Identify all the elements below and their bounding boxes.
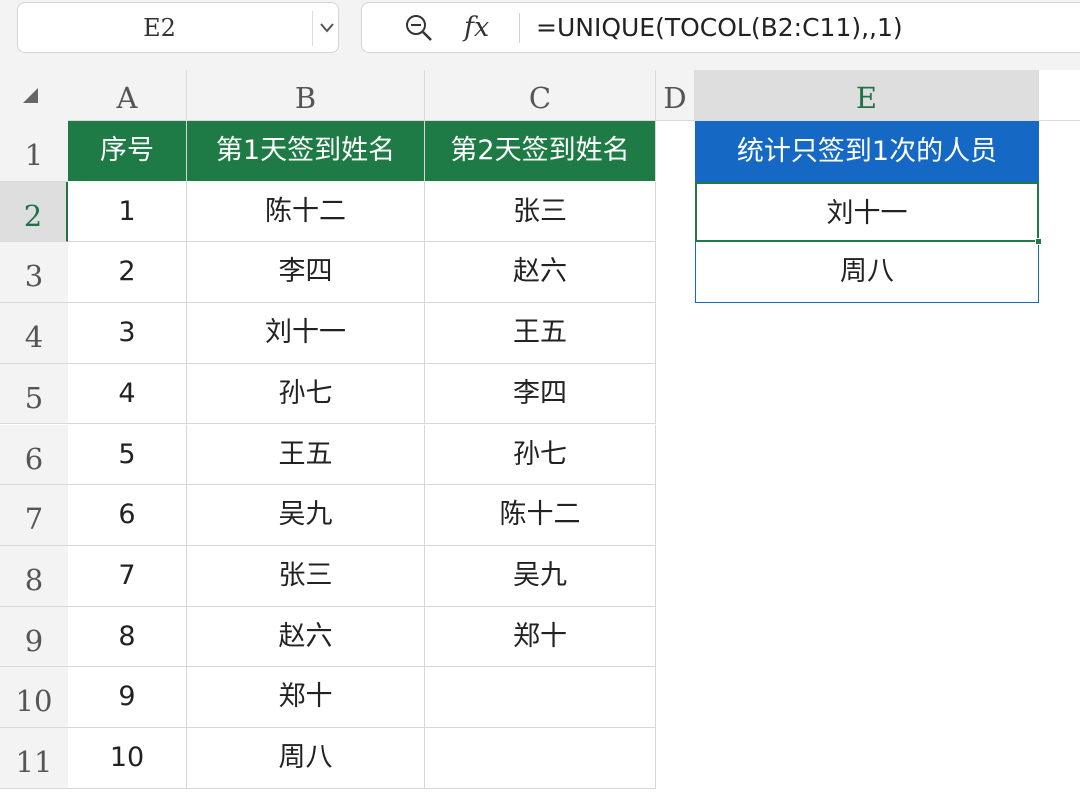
- fill-handle[interactable]: [1035, 238, 1042, 246]
- result-cell-e3[interactable]: 周八: [695, 242, 1039, 304]
- cell-b5[interactable]: 孙七: [187, 363, 425, 425]
- result-header-cell[interactable]: 统计只签到1次的人员: [695, 121, 1039, 182]
- fx-icon[interactable]: fx: [464, 6, 500, 50]
- cell-c11[interactable]: [425, 728, 656, 789]
- header-cell-b[interactable]: 第1天签到姓名: [187, 121, 425, 182]
- cell-a9[interactable]: 8: [68, 606, 187, 668]
- column-header-e[interactable]: E: [695, 70, 1039, 121]
- row-header-2[interactable]: 2: [0, 181, 68, 243]
- cell-b10[interactable]: 郑十: [187, 667, 425, 728]
- name-box-divider: [312, 11, 313, 46]
- cell-b6[interactable]: 王五: [187, 424, 425, 486]
- cell-a2[interactable]: 1: [68, 181, 187, 243]
- column-header-c[interactable]: C: [425, 70, 656, 121]
- cell-c9[interactable]: 郑十: [425, 606, 656, 668]
- row-header-8[interactable]: 8: [0, 545, 68, 607]
- row-header-1[interactable]: 1: [0, 121, 68, 182]
- row-header-5[interactable]: 5: [0, 363, 68, 425]
- cell-c5[interactable]: 李四: [425, 363, 656, 425]
- cell-a11[interactable]: 10: [68, 728, 187, 789]
- cell-c4[interactable]: 王五: [425, 303, 656, 364]
- row-header-10[interactable]: 10: [0, 667, 68, 728]
- row-header-7[interactable]: 7: [0, 485, 68, 546]
- cell-a8[interactable]: 7: [68, 545, 187, 607]
- result-cell-e2[interactable]: 刘十一: [695, 181, 1039, 243]
- cell-c3[interactable]: 赵六: [425, 242, 656, 304]
- cell-c2[interactable]: 张三: [425, 181, 656, 243]
- column-header-b[interactable]: B: [187, 70, 425, 121]
- header-cell-a[interactable]: 序号: [68, 121, 187, 182]
- cell-c10[interactable]: [425, 667, 656, 728]
- cell-a5[interactable]: 4: [68, 363, 187, 425]
- cell-b11[interactable]: 周八: [187, 728, 425, 789]
- column-header-d[interactable]: D: [656, 70, 695, 121]
- cell-b2[interactable]: 陈十二: [187, 181, 425, 243]
- cell-c8[interactable]: 吴九: [425, 545, 656, 607]
- name-box-value: E2: [143, 14, 176, 42]
- cell-b7[interactable]: 吴九: [187, 485, 425, 546]
- cell-b8[interactable]: 张三: [187, 545, 425, 607]
- cell-a4[interactable]: 3: [68, 303, 187, 364]
- select-all-icon[interactable]: [23, 88, 38, 103]
- header-cell-c[interactable]: 第2天签到姓名: [425, 121, 656, 182]
- cell-b9[interactable]: 赵六: [187, 606, 425, 668]
- row-header-4[interactable]: 4: [0, 303, 68, 364]
- chevron-down-icon[interactable]: [314, 3, 340, 54]
- cell-b3[interactable]: 李四: [187, 242, 425, 304]
- zoom-out-icon[interactable]: [404, 13, 434, 43]
- column-header-a[interactable]: A: [68, 70, 187, 121]
- cell-a3[interactable]: 2: [68, 242, 187, 304]
- cell-a10[interactable]: 9: [68, 667, 187, 728]
- row-header-3[interactable]: 3: [0, 242, 68, 304]
- cell-c7[interactable]: 陈十二: [425, 485, 656, 546]
- cell-a7[interactable]: 6: [68, 485, 187, 546]
- cell-c6[interactable]: 孙七: [425, 424, 656, 486]
- name-box[interactable]: E2: [17, 2, 339, 53]
- cell-b4[interactable]: 刘十一: [187, 303, 425, 364]
- row-header-9[interactable]: 9: [0, 606, 68, 668]
- row-header-6[interactable]: 6: [0, 424, 68, 486]
- formula-input[interactable]: =UNIQUE(TOCOL(B2:C11),,1): [536, 2, 903, 53]
- cell-a6[interactable]: 5: [68, 424, 187, 486]
- formula-bar-divider: [519, 13, 520, 43]
- row-header-11[interactable]: 11: [0, 728, 68, 789]
